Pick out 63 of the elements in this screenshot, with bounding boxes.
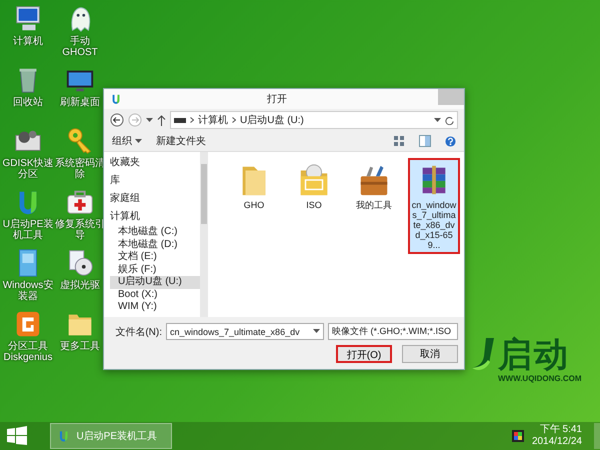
icon-label: 修复系统引导 [54,219,106,241]
icon-label: Windows安装器 [2,280,54,302]
file-item[interactable]: GHO [228,158,280,214]
clock-time: 下午 5:41 [540,424,582,436]
sidebar-item[interactable]: 本地磁盘 (C:) [110,226,200,238]
file-name: ISO [306,200,322,210]
file-item[interactable]: 我的工具 [348,158,400,214]
file-type-dropdown[interactable]: 映像文件 (*.GHO;*.WIM;*.ISO [328,323,458,340]
caret-icon[interactable] [135,138,142,144]
icon-label: 刷新桌面 [59,97,101,108]
filename-label: 文件名(N): [115,326,162,338]
clock-date: 2014/12/24 [532,436,582,448]
view-options-icon[interactable] [393,135,405,147]
icon-label: 手动GHOST [61,36,99,58]
file-name: 我的工具 [356,200,392,210]
sidebar-item[interactable]: U启动U盘 (U:) [110,276,200,288]
scrollbar[interactable] [200,152,208,317]
dialog-button[interactable]: 取消 [402,345,458,363]
dialog-button[interactable]: 打开(O) [336,345,392,363]
u-logo-icon [110,93,122,105]
file-item[interactable]: cn_windows_7_ultimate_x86_dvd_x15-659... [408,158,460,254]
caret-icon[interactable] [313,329,320,334]
tray-icon[interactable] [512,430,524,442]
organize-button[interactable]: 组织 [112,134,132,148]
refresh-icon[interactable] [445,116,454,124]
up-arrow-icon[interactable] [157,114,166,126]
icon-label: 虚拟光驱 [59,280,101,291]
icon-label: 计算机 [12,36,44,47]
drive-icon [174,118,186,122]
sidebar-item[interactable]: 文档 (E:) [110,251,200,264]
window-title: 打开 [266,92,288,106]
icon-label: 分区工具 Diskgenius [2,341,54,363]
sidebar-item[interactable]: 库 [110,172,200,190]
address-bar[interactable]: 计算机 U启动U盘 (U:) [170,111,458,129]
filename-field[interactable]: cn_windows_7_ultimate_x86_dv [166,323,324,340]
sidebar-item[interactable]: 娱乐 (F:) [110,264,200,276]
breadcrumb-item[interactable]: U启动U盘 (U:) [240,113,304,127]
start-icon[interactable] [6,426,28,446]
logo-text: 启动 [498,337,570,373]
sidebar-item[interactable]: 本地磁盘 (D:) [110,238,200,251]
sidebar-item[interactable]: WIM (Y:) [110,301,200,314]
back-icon[interactable] [110,113,124,127]
icon-label: GDISK快速分区 [2,158,54,180]
sidebar-item[interactable]: 计算机 [110,208,200,226]
chevron-icon [232,117,236,123]
chevron-icon [190,117,194,123]
breadcrumb-item[interactable]: 计算机 [198,113,228,127]
u-logo-icon [57,429,70,443]
icon-label: 回收站 [12,97,44,108]
file-name: GHO [244,200,264,210]
preview-pane-icon[interactable] [419,135,431,147]
sidebar-item[interactable]: 收藏夹 [110,154,200,172]
file-name: cn_windows_7_ultimate_x86_dvd_x15-659... [411,200,457,250]
help-icon[interactable] [445,136,456,146]
logo-url: WWW.UQIDONG.COM [498,374,582,383]
caret-icon[interactable] [146,118,153,122]
sidebar-item[interactable]: 家庭组 [110,190,200,208]
caret-icon[interactable] [434,118,441,122]
new-folder-button[interactable]: 新建文件夹 [156,134,206,148]
sidebar-item[interactable]: Boot (X:) [110,288,200,301]
icon-label: 更多工具 [59,341,101,352]
file-item[interactable]: ISO [288,158,340,214]
icon-label: U启动PE装机工具 [2,219,54,241]
